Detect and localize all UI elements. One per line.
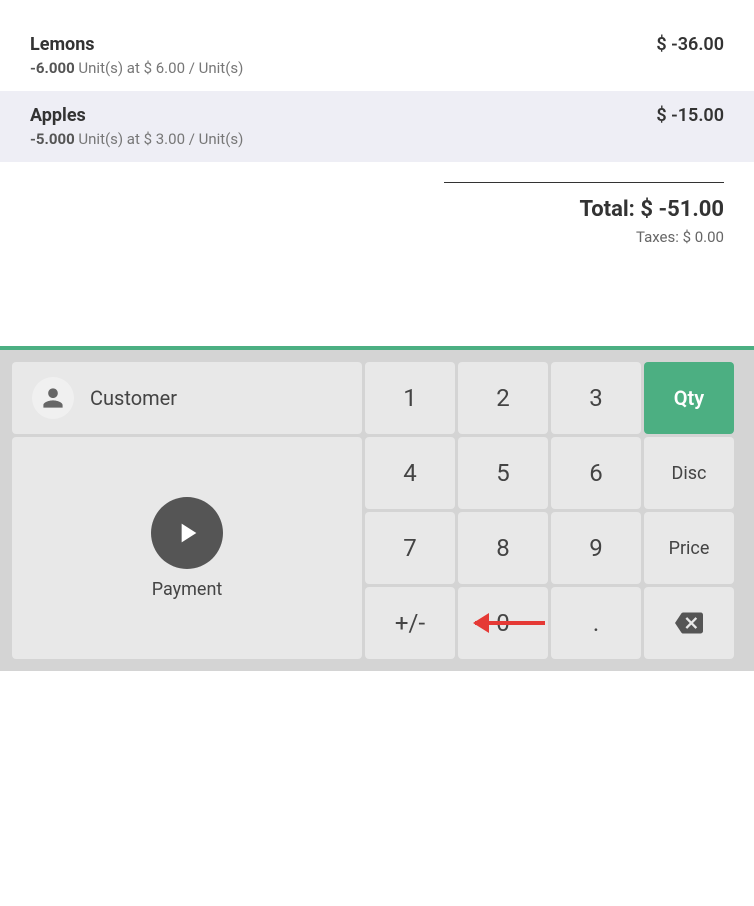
line-item-lemons: Lemons -6.000 Unit(s) at $ 6.00 / Unit(s… (30, 20, 724, 91)
item-name-lemons: Lemons (30, 34, 243, 55)
key-plusminus[interactable]: +/- (365, 587, 455, 659)
key-9[interactable]: 9 (551, 512, 641, 584)
key-5[interactable]: 5 (458, 437, 548, 509)
key-4[interactable]: 4 (365, 437, 455, 509)
payment-button[interactable]: Payment (12, 437, 362, 659)
key-disc[interactable]: Disc (644, 437, 734, 509)
key-0[interactable]: 0 (458, 587, 548, 659)
totals-section: Total: $ -51.00 Taxes: $ 0.00 (0, 162, 754, 266)
line-item-apples: Apples -5.000 Unit(s) at $ 3.00 / Unit(s… (0, 91, 754, 162)
key-backspace[interactable] (644, 587, 734, 659)
key-7[interactable]: 7 (365, 512, 455, 584)
customer-button[interactable]: Customer (12, 362, 362, 434)
key-price[interactable]: Price (644, 512, 734, 584)
payment-label: Payment (152, 579, 223, 600)
item-detail-apples: -5.000 Unit(s) at $ 3.00 / Unit(s) (30, 130, 243, 148)
numpad-grid: Customer 1 2 3 Qty Payment 4 5 6 Disc 7 (12, 362, 742, 659)
key-6[interactable]: 6 (551, 437, 641, 509)
key-8[interactable]: 8 (458, 512, 548, 584)
key-dot[interactable]: . (551, 587, 641, 659)
payment-circle (151, 497, 223, 569)
total-line: Total: $ -51.00 (30, 197, 724, 222)
totals-divider (444, 182, 724, 183)
item-name-apples: Apples (30, 105, 243, 126)
item-price-apples: $ -15.00 (656, 105, 724, 126)
customer-label: Customer (90, 386, 177, 410)
key-2[interactable]: 2 (458, 362, 548, 434)
item-detail-lemons: -6.000 Unit(s) at $ 6.00 / Unit(s) (30, 59, 243, 77)
item-price-lemons: $ -36.00 (656, 34, 724, 55)
key-qty[interactable]: Qty (644, 362, 734, 434)
tax-line: Taxes: $ 0.00 (30, 228, 724, 246)
customer-icon (32, 377, 74, 419)
key-1[interactable]: 1 (365, 362, 455, 434)
numpad-container: Customer 1 2 3 Qty Payment 4 5 6 Disc 7 (0, 350, 754, 671)
key-3[interactable]: 3 (551, 362, 641, 434)
